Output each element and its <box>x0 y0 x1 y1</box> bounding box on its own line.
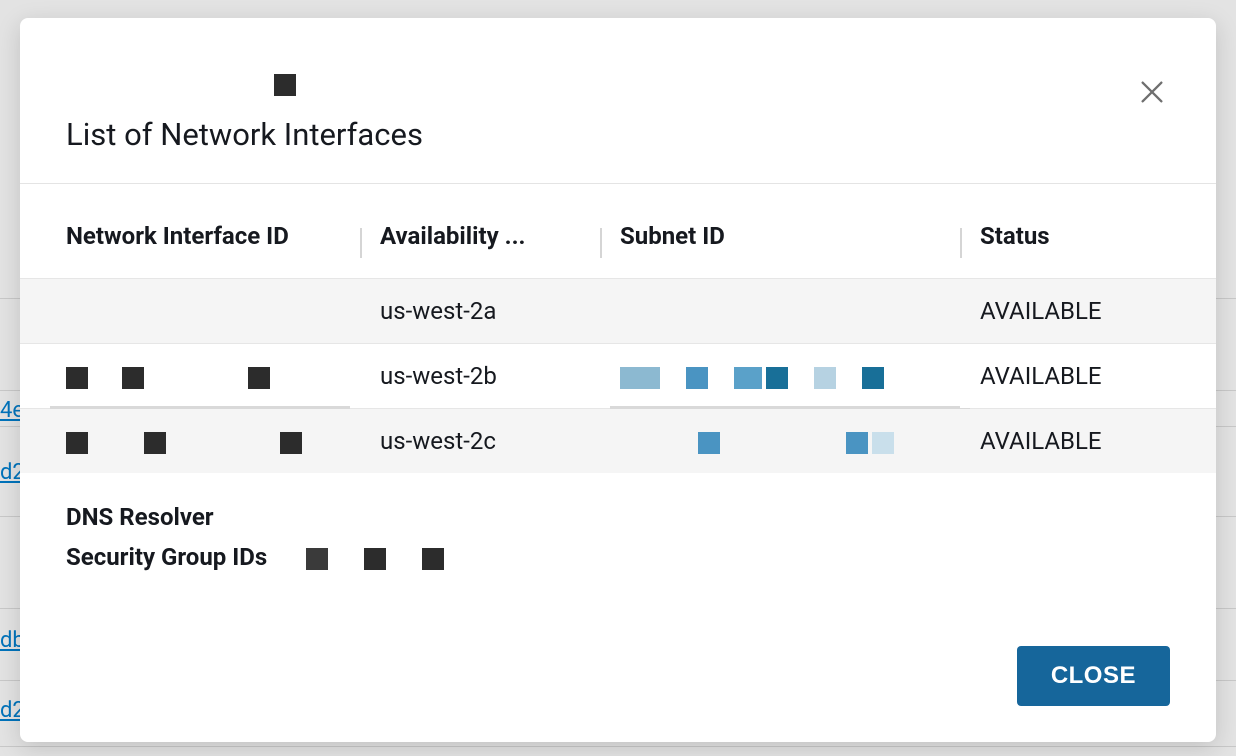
col-header-network-interface-id[interactable]: Network Interface ID <box>20 194 360 279</box>
redacted-block <box>686 367 708 389</box>
redacted-block <box>872 432 894 454</box>
cell-status: AVAILABLE <box>960 409 1216 474</box>
redacted-block <box>144 432 166 454</box>
redacted-block <box>620 367 660 389</box>
details-section: DNS Resolver Security Group IDs <box>20 473 1216 592</box>
cell-az: us-west-2a <box>360 279 600 344</box>
redacted-icon <box>274 74 296 96</box>
redacted-block <box>862 367 884 389</box>
redacted-block <box>422 548 444 570</box>
cell-status: AVAILABLE <box>960 344 1216 409</box>
cell-nii <box>20 344 360 409</box>
cell-status: AVAILABLE <box>960 279 1216 344</box>
col-header-status[interactable]: Status <box>960 194 1216 279</box>
redacted-block <box>698 432 720 454</box>
network-interfaces-table: Network Interface ID Availability ... Su… <box>20 194 1216 473</box>
modal-header: List of Network Interfaces <box>20 18 1216 184</box>
close-button[interactable]: CLOSE <box>1017 646 1170 706</box>
redacted-block <box>66 432 88 454</box>
redacted-block <box>280 432 302 454</box>
cell-subnet <box>600 344 960 409</box>
redacted-block <box>814 367 836 389</box>
cell-az: us-west-2b <box>360 344 600 409</box>
redacted-block <box>306 548 328 570</box>
modal-footer: CLOSE <box>20 622 1216 742</box>
table-row[interactable]: us-west-2c AVAILABLE <box>20 409 1216 474</box>
redacted-block <box>766 367 788 389</box>
redacted-block <box>122 367 144 389</box>
network-interfaces-modal: List of Network Interfaces Network Inter… <box>20 18 1216 742</box>
col-header-subnet-id[interactable]: Subnet ID <box>600 194 960 279</box>
redacted-block <box>734 367 762 389</box>
redacted-block <box>364 548 386 570</box>
dns-resolver-label: DNS Resolver <box>66 501 306 533</box>
redacted-block <box>248 367 270 389</box>
col-header-availability-zone[interactable]: Availability ... <box>360 194 600 279</box>
detail-row-dns: DNS Resolver <box>66 501 1170 533</box>
security-group-ids-value <box>306 541 474 573</box>
table-row[interactable]: us-west-2b AVAILABLE <box>20 344 1216 409</box>
cell-subnet <box>600 279 960 344</box>
cell-nii <box>20 279 360 344</box>
detail-row-sg: Security Group IDs <box>66 541 1170 573</box>
cell-subnet <box>600 409 960 474</box>
modal-title: List of Network Interfaces <box>66 116 1170 153</box>
redacted-block <box>66 367 88 389</box>
table-header-row: Network Interface ID Availability ... Su… <box>20 194 1216 279</box>
table-row[interactable]: us-west-2a AVAILABLE <box>20 279 1216 344</box>
security-group-ids-label: Security Group IDs <box>66 541 306 573</box>
close-icon[interactable] <box>1138 78 1166 106</box>
bg-divider <box>0 746 1236 747</box>
cell-nii <box>20 409 360 474</box>
network-interfaces-table-wrap: Network Interface ID Availability ... Su… <box>20 184 1216 473</box>
redacted-block <box>846 432 868 454</box>
cell-az: us-west-2c <box>360 409 600 474</box>
